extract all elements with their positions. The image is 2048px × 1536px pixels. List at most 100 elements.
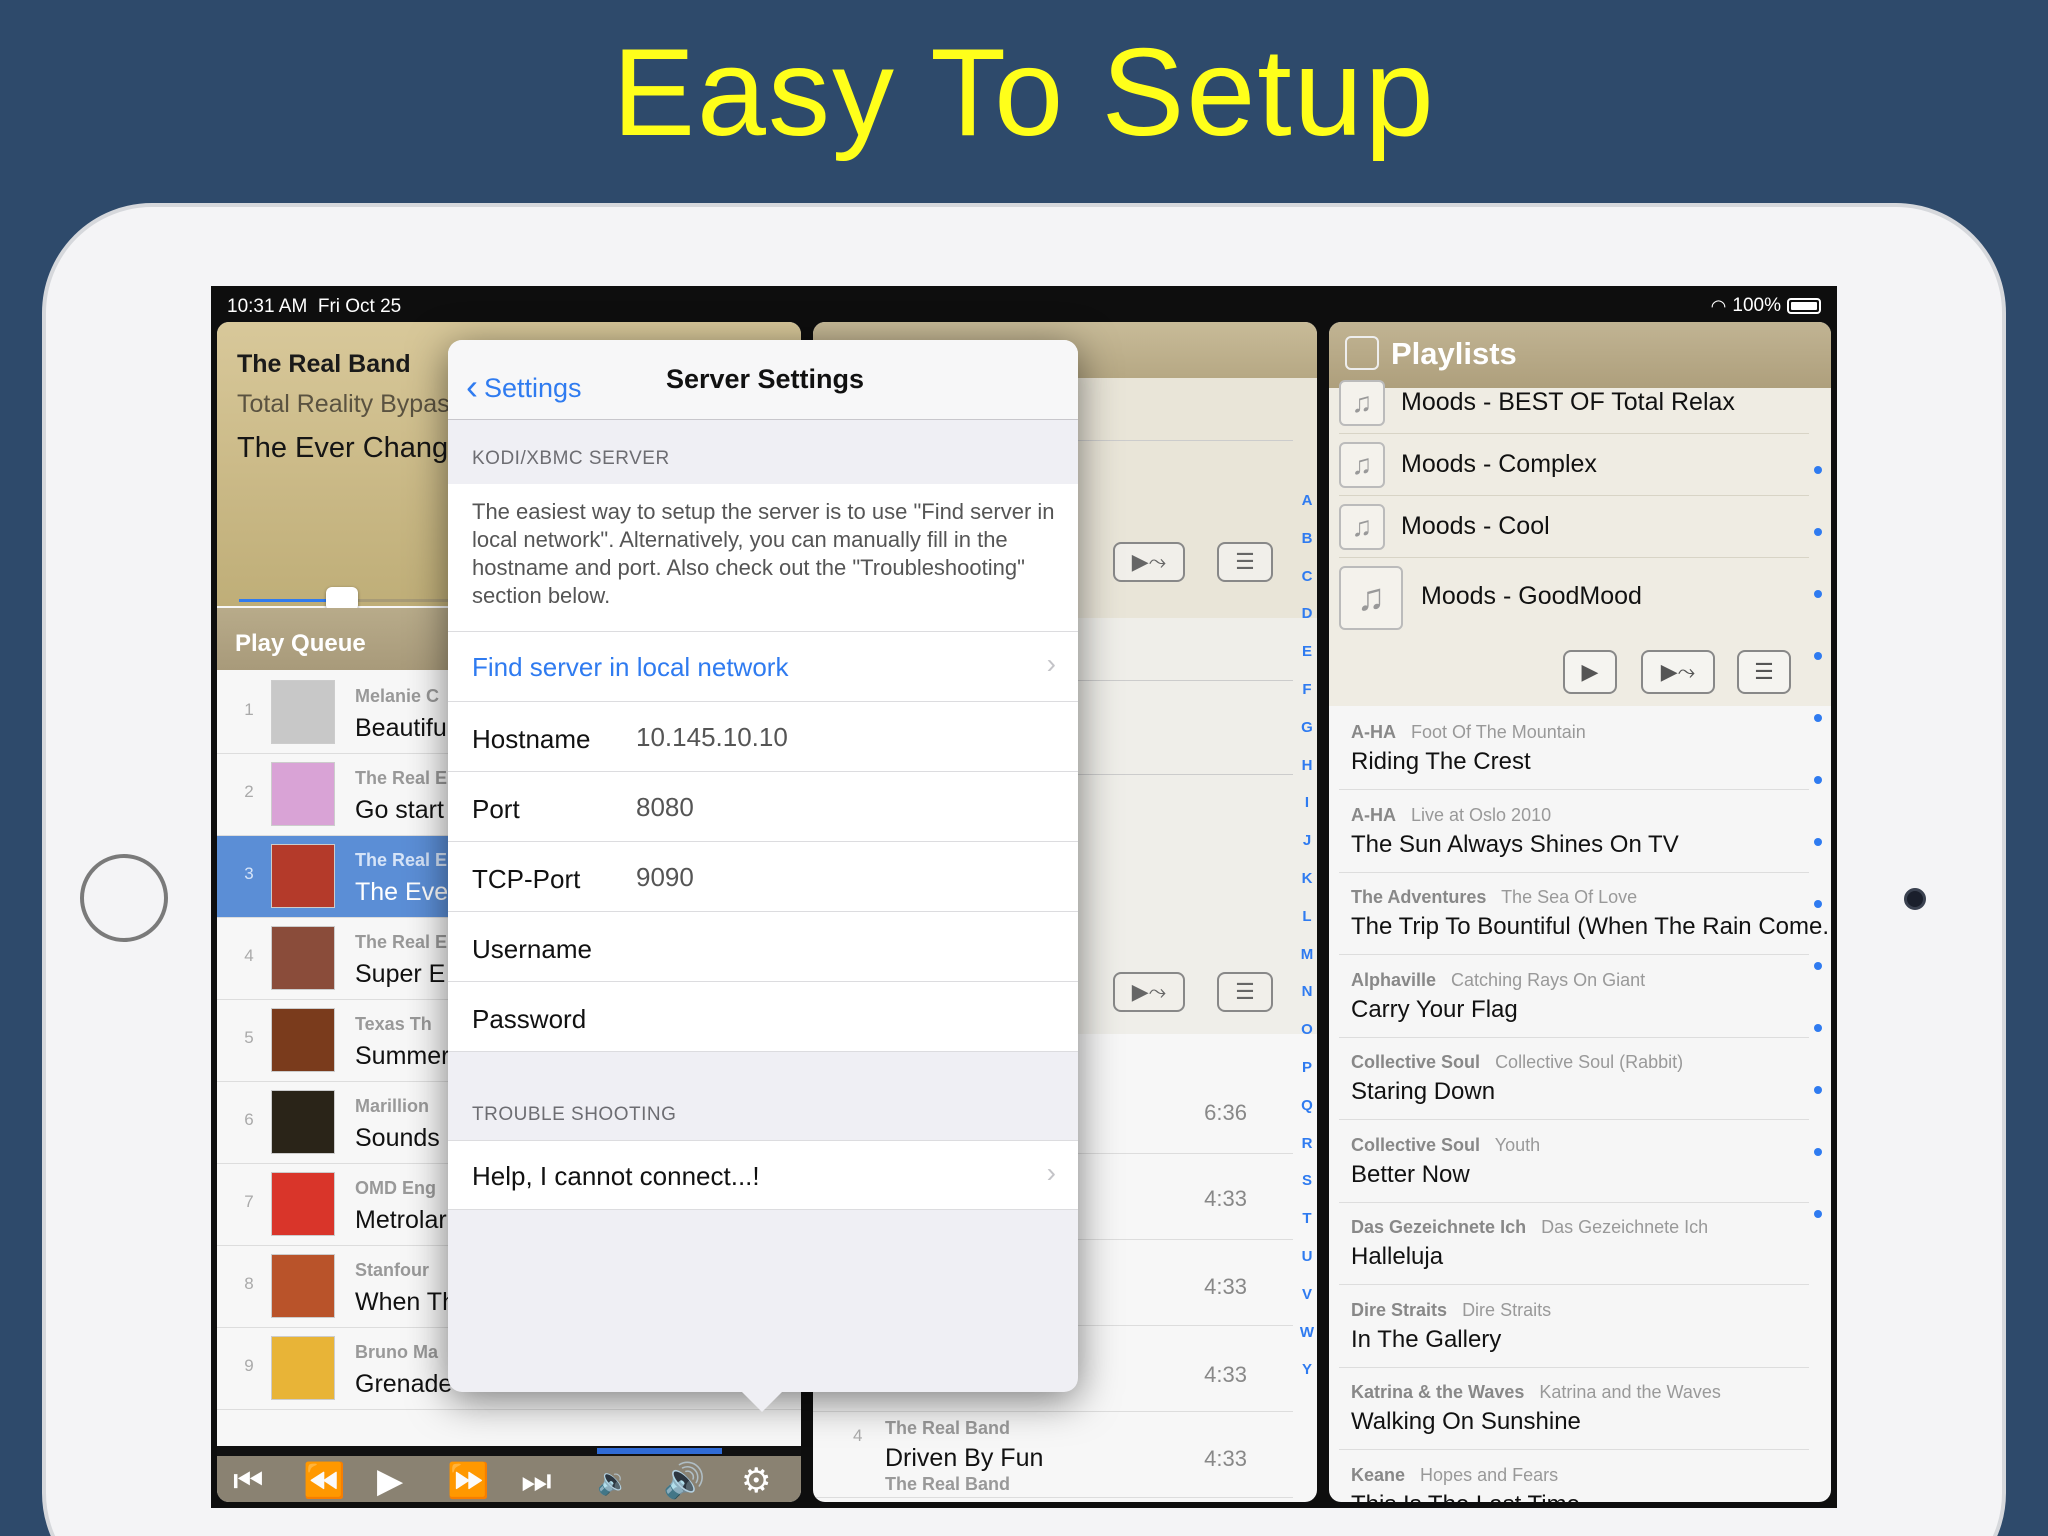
- playlist-track-row[interactable]: Das Gezeichnete Ich Das Gezeichnete Ich H…: [1339, 1203, 1809, 1285]
- queue-item-song: Metrolar: [355, 1206, 447, 1234]
- album-art: [271, 1090, 335, 1154]
- alphabet-letter[interactable]: S: [1297, 1162, 1317, 1200]
- queue-item-artist: The Real E: [355, 850, 448, 870]
- alphabet-letter[interactable]: N: [1297, 973, 1317, 1011]
- album-art: [271, 1254, 335, 1318]
- queue-button[interactable]: ☰: [1217, 542, 1273, 582]
- track-title: Walking On Sunshine: [1351, 1408, 1581, 1435]
- playlist-track-row[interactable]: Alphaville Catching Rays On Giant Carry Y…: [1339, 956, 1809, 1038]
- alphabet-letter[interactable]: W: [1297, 1314, 1317, 1352]
- volume-down-icon[interactable]: 🔉: [597, 1464, 629, 1498]
- playlist-item[interactable]: ♫ Moods - BEST OF Total Relax: [1339, 372, 1809, 434]
- skip-end-icon[interactable]: ⏭: [521, 1464, 552, 1498]
- track-meta: Dire Straits Dire Straits: [1351, 1299, 1552, 1320]
- album-art: [271, 1172, 335, 1236]
- playlists-panel: Playlists ♫ Moods - BEST OF Total Relax ♫…: [1329, 322, 1831, 1502]
- alphabet-letter[interactable]: L: [1297, 898, 1317, 936]
- queue-button-2[interactable]: ☰: [1217, 972, 1273, 1012]
- home-button[interactable]: [80, 854, 168, 942]
- rewind-icon[interactable]: ⏪: [303, 1464, 345, 1498]
- alphabet-letter[interactable]: C: [1297, 558, 1317, 596]
- alphabet-letter[interactable]: I: [1297, 784, 1317, 822]
- alphabet-letter[interactable]: Q: [1297, 1087, 1317, 1125]
- queue-item-song: Beautifu: [355, 714, 447, 742]
- alphabet-letter[interactable]: E: [1297, 633, 1317, 671]
- find-server-button[interactable]: Find server in local network ›: [448, 632, 1078, 702]
- playlist-item-selected[interactable]: ♫ Moods - GoodMood: [1339, 558, 1809, 638]
- shuffle-play-button[interactable]: ▶⤳: [1641, 650, 1715, 694]
- album-art: [271, 762, 335, 826]
- alphabet-letter[interactable]: A: [1297, 482, 1317, 520]
- fast-forward-icon[interactable]: ⏩: [447, 1464, 489, 1498]
- alphabet-letter[interactable]: O: [1297, 1011, 1317, 1049]
- alphabet-letter[interactable]: R: [1297, 1125, 1317, 1163]
- playlist-track-row[interactable]: A-HA Foot Of The Mountain Riding The Cres…: [1339, 708, 1809, 790]
- playlist-track-row[interactable]: A-HA Live at Oslo 2010 The Sun Always Shi…: [1339, 791, 1809, 873]
- alphabet-letter[interactable]: J: [1297, 822, 1317, 860]
- shuffle-play-button-2[interactable]: ▶⤳: [1113, 972, 1185, 1012]
- help-cannot-connect-button[interactable]: Help, I cannot connect...! ›: [448, 1140, 1078, 1210]
- scroll-indicator[interactable]: [1811, 466, 1825, 1218]
- track-title: The Trip To Bountiful (When The Rain Com…: [1351, 913, 1831, 940]
- queue-item-song: Go start: [355, 796, 444, 824]
- music-note-icon: ♫: [1339, 566, 1403, 630]
- play-button[interactable]: ▶: [1563, 650, 1617, 694]
- alphabet-letter[interactable]: P: [1297, 1049, 1317, 1087]
- track-title: Better Now: [1351, 1160, 1470, 1188]
- song-artist: The Real Band: [885, 1474, 1011, 1494]
- alphabet-letter[interactable]: U: [1297, 1238, 1317, 1276]
- np-album: Total Reality Bypas: [237, 390, 450, 418]
- camera: [1904, 888, 1926, 910]
- queue-item-artist: OMD Eng: [355, 1178, 436, 1198]
- alphabet-letter[interactable]: T: [1297, 1200, 1317, 1238]
- alphabet-letter[interactable]: V: [1297, 1276, 1317, 1314]
- playlist-track-row[interactable]: Katrina & the Waves Katrina and the Wave…: [1339, 1368, 1809, 1450]
- playlist-track-row[interactable]: Collective Soul Collective Soul (Rabbit)…: [1339, 1038, 1809, 1120]
- alphabet-letter[interactable]: G: [1297, 709, 1317, 747]
- queue-item-number: 6: [244, 1110, 254, 1129]
- progress-fill: [239, 599, 340, 602]
- username-field[interactable]: Username: [448, 912, 1078, 982]
- playlist-item[interactable]: ♫ Moods - Complex: [1339, 434, 1809, 496]
- alphabet-index[interactable]: ABCDEFGHIJKLMNOPQRSTUVWY: [1297, 482, 1317, 1389]
- tcp-port-field[interactable]: TCP-Port 9090: [448, 842, 1078, 912]
- playlist-track-row[interactable]: Collective Soul Youth Better Now: [1339, 1121, 1809, 1203]
- music-note-icon: ♫: [1339, 504, 1385, 550]
- playlist-track-row[interactable]: The Adventures The Sea Of Love The Trip T…: [1339, 873, 1831, 955]
- queue-item-artist: Texas Th: [355, 1014, 432, 1034]
- section-header-server: KODI/XBMC SERVER: [472, 448, 670, 469]
- shuffle-play-button[interactable]: ▶⤳: [1113, 542, 1185, 582]
- playlist-item[interactable]: ♫ Moods - Cool: [1339, 496, 1809, 558]
- album-art: [271, 926, 335, 990]
- alphabet-letter[interactable]: M: [1297, 936, 1317, 974]
- track-meta: Keane Hopes and Fears: [1351, 1464, 1559, 1485]
- battery-icon: [1787, 298, 1821, 314]
- popover-nav-bar: ‹ Settings Server Settings: [448, 340, 1078, 420]
- queue-item-number: 7: [244, 1192, 254, 1211]
- chevron-right-icon: ›: [1046, 1157, 1056, 1188]
- password-field[interactable]: Password: [448, 982, 1078, 1052]
- track-title: Halleluja: [1351, 1243, 1444, 1270]
- np-artist: The Real Band: [237, 350, 411, 378]
- skip-start-icon[interactable]: ⏮: [233, 1464, 264, 1498]
- volume-up-icon[interactable]: 🔊: [663, 1464, 705, 1498]
- track-title: Riding The Crest: [1351, 748, 1531, 775]
- alphabet-letter[interactable]: Y: [1297, 1351, 1317, 1389]
- queue-item-artist: Melanie C: [355, 686, 440, 706]
- playlist-track-row[interactable]: Keane Hopes and Fears This Is The Last Ti…: [1339, 1451, 1809, 1503]
- play-icon[interactable]: ▶: [377, 1464, 403, 1498]
- alphabet-letter[interactable]: B: [1297, 520, 1317, 558]
- playlist-track-row[interactable]: Dire Straits Dire Straits In The Gallery: [1339, 1286, 1809, 1368]
- queue-item-number: 2: [244, 782, 254, 801]
- gear-icon[interactable]: ⚙: [741, 1464, 771, 1498]
- server-settings-popover: ‹ Settings Server Settings KODI/XBMC SERV…: [448, 340, 1078, 1392]
- queue-button[interactable]: ☰: [1737, 650, 1791, 694]
- player-controls: ⏮ ⏪ ▶ ⏩ ⏭ 🔉 🔊 ⚙: [217, 1446, 801, 1502]
- hostname-field[interactable]: Hostname 10.145.10.10: [448, 702, 1078, 772]
- alphabet-letter[interactable]: K: [1297, 860, 1317, 898]
- alphabet-letter[interactable]: D: [1297, 595, 1317, 633]
- port-field[interactable]: Port 8080: [448, 772, 1078, 842]
- alphabet-letter[interactable]: H: [1297, 747, 1317, 785]
- alphabet-letter[interactable]: F: [1297, 671, 1317, 709]
- track-meta: Das Gezeichnete Ich Das Gezeichnete Ich: [1351, 1217, 1709, 1237]
